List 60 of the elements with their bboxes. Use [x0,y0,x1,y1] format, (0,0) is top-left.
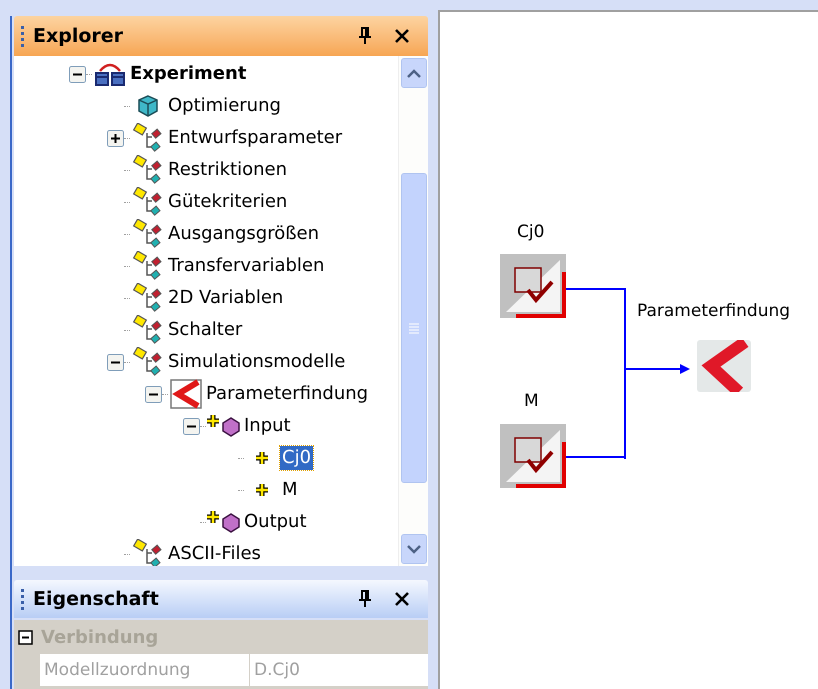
collapse-icon[interactable] [182,418,200,434]
variable-group-icon [132,539,164,566]
tree-item[interactable]: Transfervariablen [166,254,326,278]
close-icon[interactable] [394,591,410,607]
variable-group-icon [132,219,164,249]
pin-icon[interactable] [358,590,372,608]
tree-item[interactable]: Simulationsmodelle [166,350,348,374]
input-block-icon[interactable] [500,424,566,488]
scroll-up-button[interactable] [400,58,426,88]
collapse-icon[interactable] [106,354,124,370]
tree-item[interactable]: Optimierung [166,94,283,118]
input-block-icon[interactable] [500,254,566,318]
variable-group-icon [132,315,164,345]
variable-group-icon [132,251,164,281]
model-icon [170,379,202,409]
cube-icon [137,94,159,118]
variable-group-icon [132,187,164,217]
variable-group-icon [132,347,164,377]
tree-item[interactable]: M [280,478,300,502]
variable-group-icon [132,123,164,153]
port-icon [207,509,241,535]
collapse-icon[interactable] [68,66,86,82]
collapse-icon[interactable] [144,386,162,402]
scroll-down-button[interactable] [400,534,426,564]
scroll-thumb[interactable] [400,173,426,483]
tree-item[interactable]: Experiment [128,62,248,86]
collapse-icon[interactable] [18,630,33,644]
plus-icon [254,450,270,466]
tree-item[interactable]: Ausgangsgrößen [166,222,322,246]
node-label: Parameterfindung [637,300,790,323]
grip-icon[interactable] [20,587,25,611]
scrollbar[interactable] [398,56,428,566]
tree-item[interactable]: Gütekriterien [166,190,290,214]
experiment-icon [94,61,126,87]
port-icon [207,413,241,439]
tree-item[interactable]: Cj0 [280,446,314,470]
tree-item[interactable]: Schalter [166,318,244,342]
model-block-icon[interactable] [697,340,751,392]
grip-lines-icon [408,322,420,334]
tree-item[interactable]: Parameterfindung [204,382,370,406]
tree-item[interactable]: Restriktionen [166,158,289,182]
grip-icon[interactable] [20,24,25,48]
close-icon[interactable] [394,28,410,44]
tree-item[interactable]: 2D Variablen [166,286,286,310]
panel-title: Eigenschaft [33,586,160,612]
variable-group-icon [132,155,164,185]
tree-item[interactable]: ASCII-Files [166,542,263,566]
tree-item[interactable]: Entwurfsparameter [166,126,344,150]
expand-icon[interactable] [106,130,124,146]
chevron-down-icon [406,544,420,554]
plus-icon [254,482,270,498]
tree-item[interactable]: Input [242,414,293,438]
chevron-up-icon [406,68,420,78]
variable-group-icon [132,283,164,313]
pin-icon[interactable] [358,27,372,45]
tree-item[interactable]: Output [242,510,309,534]
panel-title: Explorer [33,24,124,49]
node-label: M [524,390,539,413]
node-label: Cj0 [517,221,544,244]
property-name: Modellzuordnung [40,654,250,686]
